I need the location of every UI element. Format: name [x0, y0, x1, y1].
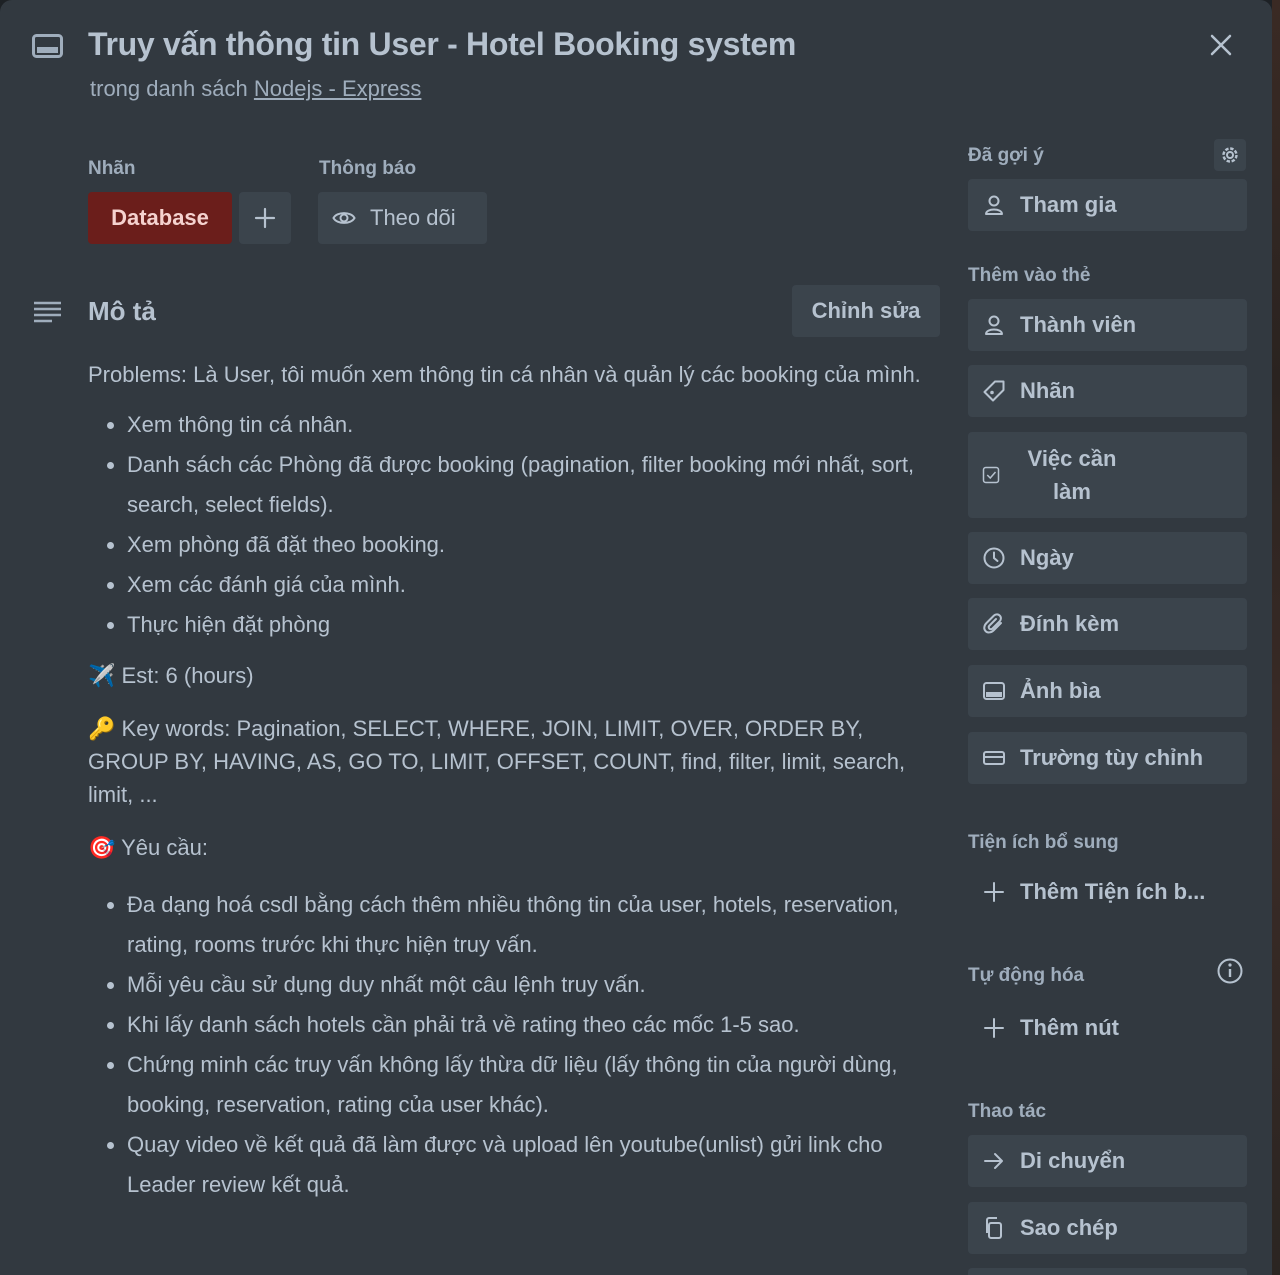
list-item: Xem phòng đã đặt theo booking.	[127, 525, 944, 565]
checklist-icon	[982, 466, 1000, 484]
custom-fields-button[interactable]: Trường tùy chỉnh	[968, 732, 1247, 784]
add-button-label: Thêm nút	[1020, 1015, 1119, 1040]
list-item: Xem thông tin cá nhân.	[127, 405, 944, 445]
plus-icon	[254, 207, 276, 229]
keywords-text: Key words: Pagination, SELECT, WHERE, JO…	[88, 716, 906, 807]
members-button-label: Thành viên	[1020, 312, 1137, 337]
card-detail-modal: Truy vấn thông tin User - Hotel Booking …	[0, 0, 1272, 1275]
add-to-card-label: Thêm vào thẻ	[968, 265, 1091, 286]
custom-fields-icon	[983, 751, 1005, 765]
suggested-label: Đã gợi ý	[968, 145, 1044, 166]
edit-description-button[interactable]: Chỉnh sửa	[792, 285, 940, 337]
join-button-label: Tham gia	[1020, 192, 1117, 217]
problems-text: Problems: Là User, tôi muốn xem thông ti…	[88, 362, 921, 387]
automation-label: Tự động hóa	[968, 965, 1085, 986]
label-chip-database[interactable]: Database	[88, 192, 232, 244]
list-item: Quay video về kết quả đã làm được và upl…	[127, 1125, 944, 1205]
join-button[interactable]: Tham gia	[968, 179, 1247, 231]
paperclip-icon	[983, 613, 1002, 634]
card-subtitle: trong danh sách Nodejs - Express	[90, 76, 421, 102]
list-item: Xem các đánh giá của mình.	[127, 565, 944, 605]
clock-icon	[983, 547, 1005, 569]
suggested-settings-button[interactable]	[1214, 139, 1246, 171]
attachment-button[interactable]: Đính kèm	[968, 598, 1247, 650]
close-icon[interactable]	[1206, 30, 1236, 60]
estimate-text: Est: 6 (hours)	[121, 663, 254, 688]
members-button[interactable]: Thành viên	[968, 299, 1247, 351]
estimate-line: ✈️ Est: 6 (hours)	[88, 659, 944, 692]
gear-icon	[1222, 147, 1238, 163]
problem-list: Xem thông tin cá nhân. Danh sách các Phò…	[88, 405, 944, 645]
list-item: Thực hiện đặt phòng	[127, 605, 944, 645]
dates-button-label: Ngày	[1020, 545, 1074, 570]
requirements-line: 🎯 Yêu cầu:	[88, 831, 944, 864]
custom-fields-button-label: Trường tùy chỉnh	[1020, 745, 1204, 770]
next-action-button[interactable]	[968, 1268, 1247, 1275]
copy-icon	[986, 1217, 1002, 1239]
cover-button[interactable]: Ảnh bìa	[968, 665, 1247, 717]
target-icon: 🎯	[88, 835, 116, 860]
eye-icon	[332, 212, 356, 224]
keywords-line: 🔑 Key words: Pagination, SELECT, WHERE, …	[88, 712, 944, 811]
requirements-text: Yêu cầu:	[121, 835, 208, 860]
tag-icon	[983, 380, 1005, 402]
checklist-button[interactable]: Việc cần làm	[968, 432, 1247, 518]
card-title[interactable]: Truy vấn thông tin User - Hotel Booking …	[88, 26, 796, 63]
board-background-edge	[1272, 0, 1280, 1275]
list-item: Đa dạng hoá csdl bằng cách thêm nhiều th…	[127, 885, 944, 965]
plus-icon	[984, 882, 1004, 902]
key-icon: 🔑	[88, 716, 116, 741]
attachment-button-label: Đính kèm	[1020, 611, 1120, 636]
add-powerup-button[interactable]: Thêm Tiện ích b...	[968, 866, 1261, 918]
labels-button-label: Nhãn	[1020, 378, 1075, 403]
powerups-label: Tiện ích bổ sung	[968, 832, 1119, 853]
labels-button[interactable]: Nhãn	[968, 365, 1247, 417]
labels-section-label: Nhãn	[88, 158, 136, 179]
copy-button-label: Sao chép	[1020, 1215, 1118, 1240]
subtitle-prefix: trong danh sách	[90, 76, 254, 101]
description-icon	[34, 301, 61, 323]
airplane-icon: ✈️	[88, 663, 116, 688]
checklist-button-label: Việc cần làm	[1027, 446, 1117, 504]
description-content: Problems: Là User, tôi muốn xem thông ti…	[88, 358, 944, 1205]
requirement-list: Đa dạng hoá csdl bằng cách thêm nhiều th…	[88, 885, 944, 1205]
dates-button[interactable]: Ngày	[968, 532, 1247, 584]
info-icon[interactable]	[1216, 957, 1244, 985]
list-item: Khi lấy danh sách hotels cần phải trả về…	[127, 1005, 944, 1045]
move-button-label: Di chuyển	[1020, 1148, 1126, 1173]
cover-button-label: Ảnh bìa	[1020, 678, 1101, 703]
cover-icon	[983, 682, 1005, 700]
move-button[interactable]: Di chuyển	[968, 1135, 1247, 1187]
card-icon	[32, 34, 63, 58]
add-powerup-label: Thêm Tiện ích b...	[1020, 879, 1206, 904]
person-icon	[985, 315, 1003, 335]
list-item: Chứng minh các truy vấn không lấy thừa d…	[127, 1045, 944, 1125]
arrow-right-icon	[984, 1153, 1003, 1169]
watch-button-label: Theo dõi	[370, 205, 456, 230]
notifications-section-label: Thông báo	[319, 158, 417, 179]
add-button-button[interactable]: Thêm nút	[968, 1002, 1261, 1054]
description-title: Mô tả	[88, 296, 156, 326]
actions-label: Thao tác	[968, 1101, 1047, 1122]
list-link[interactable]: Nodejs - Express	[254, 76, 422, 101]
person-icon	[985, 195, 1003, 215]
add-label-button[interactable]	[239, 192, 291, 244]
list-item: Danh sách các Phòng đã được booking (pag…	[127, 445, 944, 525]
plus-icon	[984, 1018, 1004, 1038]
watch-button[interactable]: Theo dõi	[318, 192, 487, 244]
copy-button[interactable]: Sao chép	[968, 1202, 1247, 1254]
list-item: Mỗi yêu cầu sử dụng duy nhất một câu lện…	[127, 965, 944, 1005]
